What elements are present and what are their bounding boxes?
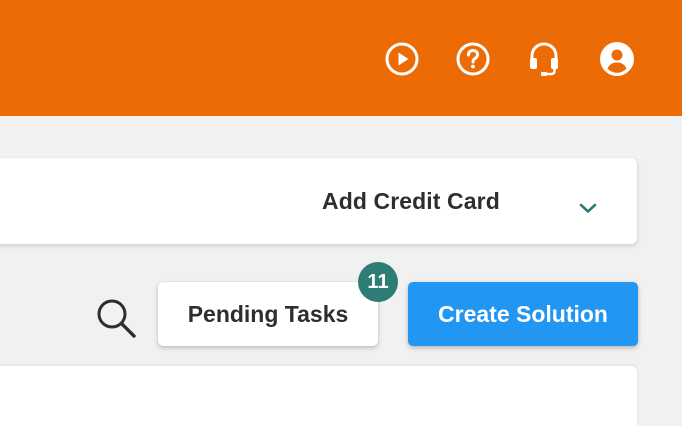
add-credit-card-label: Add Credit Card [322,188,500,214]
chevron-down-icon[interactable] [576,196,600,220]
create-solution-button[interactable]: Create Solution [408,282,638,346]
play-circle-icon[interactable] [383,40,421,78]
headset-icon[interactable] [525,40,563,78]
content-panel [0,366,637,426]
help-circle-icon[interactable] [454,40,492,78]
account-circle-icon[interactable] [598,40,636,78]
top-header-bar [0,0,682,116]
pending-tasks-button[interactable]: Pending Tasks [158,282,378,346]
search-icon[interactable] [94,296,140,342]
pending-tasks-label: Pending Tasks [187,300,349,327]
pending-tasks-count-badge: 11 [358,262,398,302]
create-solution-label: Create Solution [438,300,608,327]
add-credit-card-panel[interactable]: Add Credit Card [0,158,637,244]
